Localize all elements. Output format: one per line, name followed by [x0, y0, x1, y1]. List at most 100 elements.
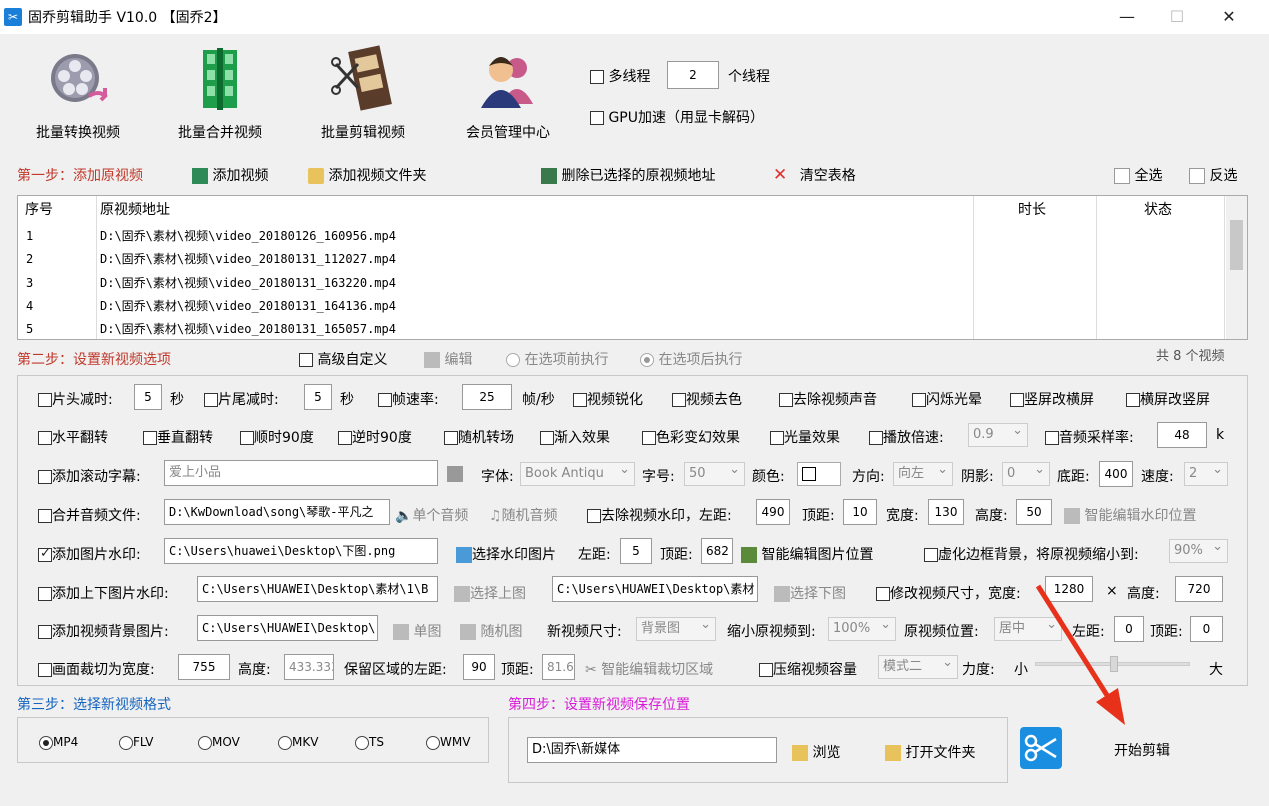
bg-image-path[interactable]: C:\Users\HUAWEI\Desktop\	[197, 615, 378, 641]
scroll-text-option[interactable]: 添加滚动字幕:	[38, 466, 141, 486]
pos-top-input[interactable]: 0	[1190, 616, 1223, 642]
wm-left-input[interactable]: 490	[756, 499, 790, 525]
audio-path-input[interactable]: D:\KwDownload\song\琴歌-平凡之	[164, 499, 390, 525]
blur-scale-select[interactable]: 90%	[1169, 539, 1228, 563]
new-size-select[interactable]: 背景图	[636, 617, 716, 641]
remove-audio-option[interactable]: 去除视频声音	[779, 389, 877, 409]
format-ts-radio[interactable]: TS	[355, 735, 384, 750]
gpu-option[interactable]: GPU加速（用显卡解码）	[590, 107, 764, 127]
light-fx-option[interactable]: 光量效果	[770, 427, 840, 447]
advanced-checkbox[interactable]	[299, 353, 313, 367]
smart-crop-button[interactable]: ✂ 智能编辑裁切区域	[585, 659, 713, 679]
crop-height-input[interactable]: 433.333	[284, 654, 334, 680]
delete-selected-button[interactable]: 删除已选择的原视频地址	[541, 165, 715, 185]
add-folder-button[interactable]: 添加视频文件夹	[308, 165, 426, 185]
image-watermark-path[interactable]: C:\Users\huawei\Desktop\下图.png	[164, 538, 438, 564]
batch-edit-button[interactable]: 批量剪辑视频	[303, 44, 423, 142]
column-header-index[interactable]: 序号	[25, 196, 53, 224]
bg-image-option[interactable]: 添加视频背景图片:	[38, 621, 169, 641]
wm-width-input[interactable]: 130	[928, 499, 964, 525]
format-mp4-radio[interactable]: MP4	[39, 735, 78, 750]
sharpen-option[interactable]: 视频锐化	[573, 389, 643, 409]
tail-cut-input[interactable]: 5	[304, 384, 332, 410]
resize-option[interactable]: 修改视频尺寸，宽度:	[876, 583, 1021, 603]
random-trans-option[interactable]: 随机转场	[444, 427, 514, 447]
select-all-button[interactable]: 全选	[1114, 165, 1162, 185]
fps-option[interactable]: 帧速率:	[378, 389, 439, 409]
invert-select-button[interactable]: 反选	[1189, 165, 1237, 185]
scroll-text-input[interactable]: 爱上小品	[164, 460, 438, 486]
bottom-image-path[interactable]: C:\Users\HUAWEI\Desktop\素材	[552, 576, 758, 602]
text-edit-icon[interactable]	[447, 466, 463, 482]
choose-top-button[interactable]: 选择上图	[454, 583, 526, 603]
color-fx-option[interactable]: 色彩变幻效果	[642, 427, 740, 447]
advanced-option[interactable]: 高级自定义	[299, 349, 387, 369]
column-header-duration[interactable]: 时长	[1018, 196, 1046, 224]
head-cut-option[interactable]: 片头减时:	[38, 389, 113, 409]
column-header-status[interactable]: 状态	[1144, 196, 1172, 224]
table-scrollbar[interactable]	[1226, 196, 1247, 339]
compress-mode-select[interactable]: 模式二	[878, 655, 958, 679]
font-size-select[interactable]: 50	[684, 462, 745, 486]
fadein-option[interactable]: 渐入效果	[540, 427, 610, 447]
column-header-path[interactable]: 原视频地址	[100, 196, 170, 224]
wm-height-input[interactable]: 50	[1016, 499, 1052, 525]
format-flv-radio[interactable]: FLV	[119, 735, 153, 750]
cw90-option[interactable]: 顺时90度	[240, 427, 314, 447]
vflip-option[interactable]: 垂直翻转	[143, 427, 213, 447]
keep-top-input[interactable]: 81.6	[542, 654, 575, 680]
minimize-button[interactable]: —	[1104, 0, 1150, 34]
save-path-input[interactable]: D:\固乔\新媒体	[527, 737, 777, 763]
thread-count-input[interactable]: 2	[667, 61, 719, 89]
choose-bottom-button[interactable]: 选择下图	[774, 583, 846, 603]
close-button[interactable]: ✕	[1206, 0, 1252, 34]
format-wmv-radio[interactable]: WMV	[426, 735, 470, 750]
open-folder-button[interactable]: 打开文件夹	[885, 742, 975, 762]
decolor-option[interactable]: 视频去色	[672, 389, 742, 409]
scroll-speed-select[interactable]: 2	[1184, 462, 1228, 486]
speed-option[interactable]: 播放倍速:	[869, 427, 944, 447]
sample-input[interactable]: 48	[1157, 422, 1207, 448]
tail-cut-option[interactable]: 片尾减时:	[204, 389, 279, 409]
video-table[interactable]: 序号 原视频地址 时长 状态 1 D:\固乔\素材\视频\video_201801…	[17, 195, 1248, 340]
wm-top-input[interactable]: 10	[843, 499, 877, 525]
flash-option[interactable]: 闪烁光晕	[912, 389, 982, 409]
clear-table-button[interactable]: ✕ 清空表格	[773, 165, 856, 185]
keep-left-input[interactable]: 90	[463, 654, 495, 680]
top-bottom-image-option[interactable]: 添加上下图片水印:	[38, 583, 169, 603]
bottom-input[interactable]: 400	[1099, 461, 1133, 487]
member-center-button[interactable]: 会员管理中心	[448, 44, 568, 142]
choose-watermark-button[interactable]: 选择水印图片	[456, 544, 556, 564]
shadow-select[interactable]: 0	[1002, 462, 1050, 486]
v2h-option[interactable]: 竖屏改横屏	[1010, 389, 1094, 409]
multithread-checkbox[interactable]	[590, 70, 604, 84]
compress-option[interactable]: 压缩视频容量	[759, 659, 857, 679]
iw-left-input[interactable]: 5	[620, 538, 652, 564]
ccw90-option[interactable]: 逆时90度	[338, 427, 412, 447]
head-cut-input[interactable]: 5	[134, 384, 162, 410]
random-audio-button[interactable]: ♫随机音频	[489, 505, 558, 525]
iw-top-input[interactable]: 682	[701, 538, 733, 564]
run-before-radio[interactable]: 在选项前执行	[506, 349, 608, 369]
color-picker[interactable]	[797, 462, 841, 486]
scroll-thumb[interactable]	[1230, 220, 1243, 270]
smart-image-button[interactable]: 智能编辑图片位置	[741, 544, 873, 564]
browse-button[interactable]: 浏览	[792, 742, 840, 762]
sample-option[interactable]: 音频采样率:	[1045, 427, 1134, 447]
merge-audio-option[interactable]: 合并音频文件:	[38, 505, 141, 525]
gpu-checkbox[interactable]	[590, 111, 604, 125]
start-edit-button[interactable]: 开始剪辑	[1114, 740, 1170, 760]
resize-height-input[interactable]: 720	[1175, 576, 1223, 602]
scissors-app-icon[interactable]	[1020, 727, 1062, 769]
single-image-button[interactable]: 单图	[393, 621, 441, 641]
blur-bg-option[interactable]: 虚化边框背景，将原视频缩小到:	[924, 544, 1139, 564]
format-mkv-radio[interactable]: MKV	[278, 735, 318, 750]
single-audio-button[interactable]: 🔈单个音频	[395, 505, 468, 525]
maximize-button[interactable]: ☐	[1154, 0, 1200, 34]
run-after-radio[interactable]: 在选项后执行	[640, 349, 742, 369]
multithread-option[interactable]: 多线程	[590, 66, 650, 86]
smart-watermark-button[interactable]: 智能编辑水印位置	[1064, 505, 1196, 525]
top-image-path[interactable]: C:\Users\HUAWEI\Desktop\素材\1\B	[197, 576, 438, 602]
direction-select[interactable]: 向左	[893, 462, 953, 486]
shrink-select[interactable]: 100%	[828, 617, 896, 641]
